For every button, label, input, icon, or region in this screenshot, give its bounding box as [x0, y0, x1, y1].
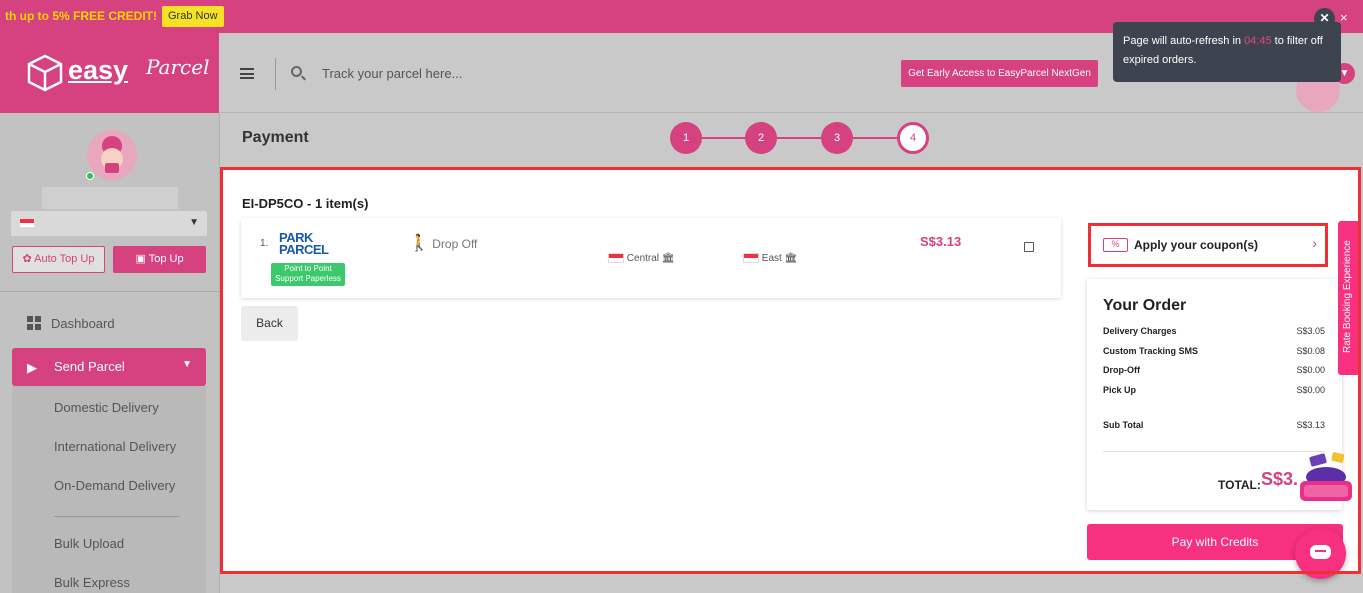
mascot-icon: [101, 136, 123, 173]
gear-icon: ✿: [22, 253, 32, 265]
promo-text: th up to 5% FREE CREDIT!: [5, 9, 157, 23]
avatar[interactable]: [87, 130, 137, 180]
truck-icon: ▶: [27, 360, 37, 375]
bank-icon: 🏛: [661, 253, 675, 264]
total-label: TOTAL:: [1218, 478, 1261, 492]
row-number: 1.: [260, 238, 269, 249]
dashboard-icon: [27, 316, 41, 330]
stepper-line: [686, 137, 913, 139]
mega-boost-badge-icon[interactable]: [1296, 451, 1356, 506]
sidebar-item-bulk-express[interactable]: Bulk Express: [54, 575, 130, 590]
track-parcel-input[interactable]: [322, 62, 622, 84]
summary-value: S$0.00: [1296, 385, 1325, 395]
sidebar-item-bulk-upload[interactable]: Bulk Upload: [54, 536, 124, 551]
sidebar-item-on-demand[interactable]: On-Demand Delivery: [54, 478, 175, 493]
grab-now-button[interactable]: Grab Now: [162, 6, 224, 27]
nextgen-access-button[interactable]: Get Early Access to EasyParcel NextGen: [901, 60, 1098, 87]
hamburger-menu-icon[interactable]: [240, 68, 254, 79]
nav-divider: [0, 291, 219, 292]
top-up-button[interactable]: ▣ Top Up: [113, 246, 206, 273]
rate-booking-label: Rate Booking Experience: [1342, 240, 1353, 353]
summary-label: Delivery Charges: [1103, 326, 1177, 336]
tooltip-text: Page will auto-refresh in: [1123, 35, 1245, 47]
header-divider: [275, 58, 276, 90]
service-type: 🚶 Drop Off: [409, 233, 477, 253]
auto-refresh-tooltip: Page will auto-refresh in 04:45 to filte…: [1113, 22, 1341, 82]
country-select[interactable]: ▼: [11, 211, 207, 236]
sidebar-item-label: Dashboard: [51, 316, 115, 331]
external-link-icon[interactable]: [1024, 242, 1034, 252]
bank-icon: 🏛: [784, 253, 798, 264]
total-value: S$3.: [1261, 469, 1299, 489]
origin-label: Central: [626, 253, 660, 264]
chevron-down-icon: ▼: [182, 359, 192, 370]
chevron-right-icon: ›: [1312, 235, 1317, 251]
service-label: Drop Off: [432, 237, 478, 251]
sidebar-item-send-parcel[interactable]: ▶ Send Parcel ▼: [12, 348, 206, 386]
submenu-divider: [54, 516, 180, 517]
chat-button[interactable]: [1295, 528, 1346, 579]
origin-location: Central 🏛: [608, 253, 675, 264]
search-icon: [291, 66, 302, 77]
courier-logo: PARK PARCEL Point to Point Support Paper…: [271, 230, 345, 286]
top-up-label: Top Up: [148, 253, 184, 265]
singapore-flag-icon: [743, 253, 759, 264]
step-3: 3: [821, 122, 853, 154]
logo-text: easy: [68, 55, 129, 85]
auto-top-up-button[interactable]: ✿ Auto Top Up: [12, 246, 105, 273]
walking-person-icon: 🚶: [409, 235, 429, 252]
subtotal-label: Sub Total: [1103, 420, 1144, 430]
page-title: Payment: [242, 129, 309, 146]
coupon-label: Apply your coupon(s): [1134, 238, 1258, 252]
chat-bubble-icon: [1310, 545, 1331, 559]
summary-value: S$0.08: [1296, 346, 1325, 356]
step-1: 1: [670, 122, 702, 154]
step-2: 2: [745, 122, 777, 154]
summary-divider: [1103, 451, 1325, 452]
summary-label: Drop-Off: [1103, 365, 1140, 375]
back-button[interactable]: Back: [241, 306, 298, 341]
singapore-flag-icon: [608, 253, 624, 264]
summary-label: Pick Up: [1103, 385, 1137, 395]
promo-close-icon[interactable]: ×: [1340, 10, 1348, 25]
coupon-icon: %: [1103, 238, 1128, 252]
box-logo-icon: [27, 54, 63, 92]
step-4: 4: [897, 122, 929, 154]
chevron-down-icon: ▼: [189, 217, 199, 228]
apply-coupon-button[interactable]: % Apply your coupon(s) ›: [1088, 223, 1328, 267]
summary-value: S$0.00: [1296, 365, 1325, 375]
summary-label: Custom Tracking SMS: [1103, 346, 1199, 356]
user-name-placeholder: [42, 187, 178, 209]
order-summary-title: Your Order: [1103, 297, 1187, 314]
summary-value: S$3.05: [1296, 326, 1325, 336]
courier-name: PARK PARCEL: [279, 230, 329, 257]
row-price: S$3.13: [920, 234, 962, 249]
online-status-dot: [86, 172, 94, 180]
subtotal-value: S$3.13: [1296, 420, 1325, 430]
countdown-time: 04:45: [1244, 35, 1272, 47]
logo-script: Parcel: [146, 55, 210, 79]
courier-badge: Point to Point Support Paperless: [271, 263, 345, 286]
wallet-icon: ▣: [135, 253, 146, 265]
sidebar-item-international[interactable]: International Delivery: [54, 439, 176, 454]
sidebar-logo-area: easy Parcel: [0, 33, 219, 113]
destination-label: East: [761, 253, 782, 264]
sidebar-item-dashboard[interactable]: Dashboard: [27, 316, 115, 331]
auto-top-up-label: Auto Top Up: [34, 253, 95, 265]
tooltip-close-icon[interactable]: ✕: [1314, 8, 1335, 29]
order-id: EI-DP5CO - 1 item(s): [242, 196, 369, 211]
sidebar-divider: [219, 113, 220, 593]
sidebar-item-domestic[interactable]: Domestic Delivery: [54, 400, 159, 415]
singapore-flag-icon: [19, 218, 35, 228]
destination-location: East 🏛: [743, 253, 797, 264]
sidebar-item-label: Send Parcel: [54, 359, 125, 374]
